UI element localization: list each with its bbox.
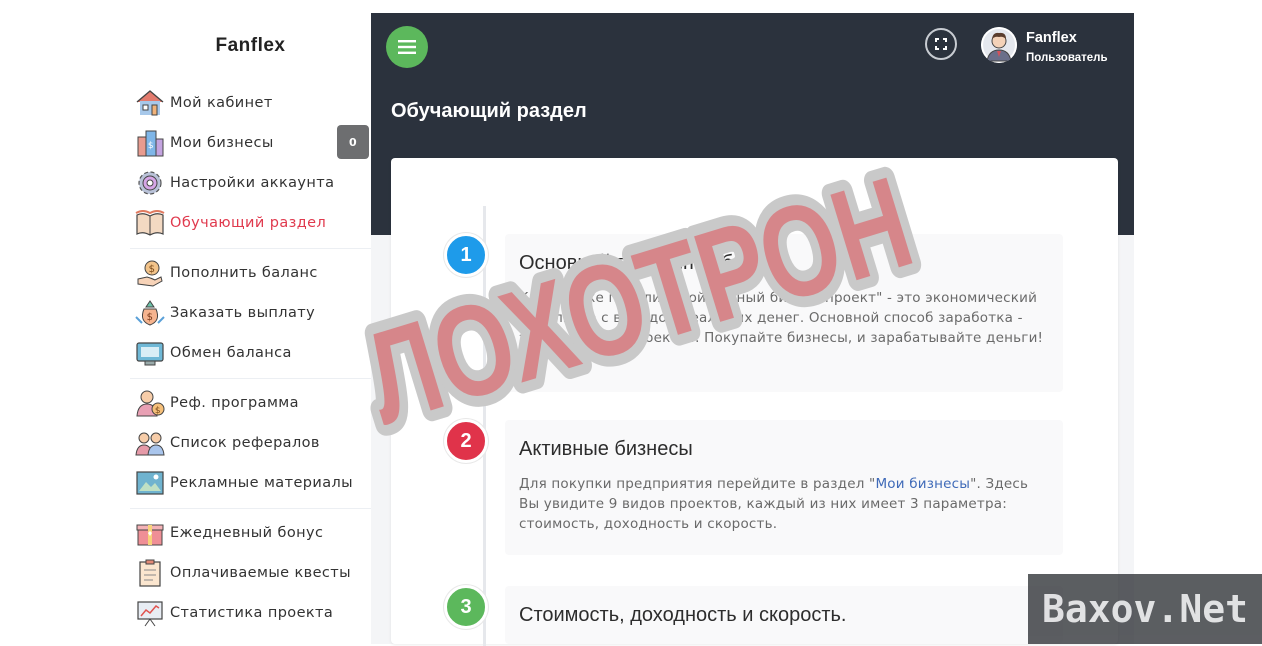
- sidebar-divider: [130, 248, 371, 249]
- sidebar-item-label: Обмен баланса: [170, 345, 292, 361]
- sidebar-item-account-settings[interactable]: Настройки аккаунта: [130, 163, 371, 203]
- timeline-step: Стоимость, доходность и скорость.: [505, 586, 1063, 644]
- fullscreen-button[interactable]: [925, 28, 957, 60]
- sidebar-divider: [130, 508, 371, 509]
- sidebar-item-label: Обучающий раздел: [170, 215, 327, 231]
- step-text: Для покупки предприятия перейдите в разд…: [519, 474, 1049, 534]
- gear-icon: [135, 169, 165, 197]
- monitor-icon: [135, 339, 165, 367]
- my-businesses-link[interactable]: Мои бизнесы: [875, 476, 970, 492]
- main-content: Fanflex Пользователь Обучающий раздел 1 …: [371, 13, 1134, 646]
- step-title: Основной принцип работы: [519, 252, 768, 274]
- tutorial-card: 1 Основной принцип работы Как Вы уже пон…: [391, 158, 1118, 646]
- sidebar-item-withdraw[interactable]: $ Заказать выплату: [130, 293, 371, 333]
- fullscreen-icon: [935, 38, 947, 50]
- sidebar-item-label: Пополнить баланс: [170, 265, 318, 281]
- sidebar-item-label: Мой кабинет: [170, 95, 273, 111]
- sidebar-item-label: Список рефералов: [170, 435, 320, 451]
- step-number-badge: 2: [444, 419, 488, 463]
- sidebar-item-exchange[interactable]: Обмен баланса: [130, 333, 371, 373]
- referral-program-icon: $: [135, 389, 165, 417]
- sidebar-item-label: Настройки аккаунта: [170, 175, 335, 191]
- image-icon: [135, 469, 165, 497]
- avatar[interactable]: [981, 27, 1017, 63]
- user-name[interactable]: Fanflex: [1026, 30, 1077, 46]
- sidebar-item-project-stats[interactable]: Статистика проекта: [130, 593, 371, 633]
- money-bag-icon: $: [135, 299, 165, 327]
- book-icon: [135, 209, 165, 237]
- sidebar-item-paid-quests[interactable]: Оплачиваемые квесты: [130, 553, 371, 593]
- user-role: Пользователь: [1026, 52, 1108, 64]
- watermark-text: Baxov.Net: [1042, 587, 1248, 631]
- sidebar-item-promo-materials[interactable]: Рекламные материалы: [130, 463, 371, 503]
- timeline-line: [483, 206, 486, 646]
- people-icon: [135, 429, 165, 457]
- sidebar-item-referral-list[interactable]: Список рефералов: [130, 423, 371, 463]
- sidebar-nav: Мой кабинет $ Мои бизнесы 0 Настройки ак…: [130, 83, 371, 633]
- sidebar-divider: [130, 378, 371, 379]
- gift-icon: [135, 519, 165, 547]
- page-title: Обучающий раздел: [391, 100, 587, 122]
- step-title: Активные бизнесы: [519, 438, 693, 460]
- money-hand-icon: $: [135, 259, 165, 287]
- svg-text:$: $: [147, 312, 154, 323]
- building-icon: $: [135, 129, 165, 157]
- step-number-badge: 3: [444, 585, 488, 629]
- step-number-badge: 1: [444, 233, 488, 277]
- house-icon: [135, 89, 165, 117]
- checklist-icon: [135, 559, 165, 587]
- sidebar-item-label: Мои бизнесы: [170, 135, 274, 151]
- businesses-count-badge: 0: [337, 125, 369, 159]
- step-title: Стоимость, доходность и скорость.: [519, 604, 847, 626]
- svg-text:$: $: [155, 406, 161, 416]
- sidebar-item-referral-program[interactable]: $ Реф. программа: [130, 383, 371, 423]
- sidebar-item-tutorial[interactable]: Обучающий раздел: [130, 203, 371, 243]
- timeline-step: Основной принцип работы Как Вы уже понял…: [505, 234, 1063, 392]
- sidebar-item-businesses[interactable]: $ Мои бизнесы 0: [130, 123, 371, 163]
- sidebar-item-cabinet[interactable]: Мой кабинет: [130, 83, 371, 123]
- sidebar-item-label: Ежедневный бонус: [170, 525, 324, 541]
- step-text-part: Для покупки предприятия перейдите в разд…: [519, 476, 876, 492]
- brand-logo-text[interactable]: Fanflex: [130, 35, 371, 57]
- sidebar-item-deposit[interactable]: $ Пополнить баланс: [130, 253, 371, 293]
- svg-text:$: $: [148, 141, 154, 151]
- step-text: Как Вы уже поняли "Твой личный бизнес-пр…: [519, 290, 1044, 346]
- sidebar-item-label: Статистика проекта: [170, 605, 334, 621]
- timeline-step: Активные бизнесы Для покупки предприятия…: [505, 420, 1063, 555]
- hamburger-icon: [398, 40, 416, 54]
- sidebar-item-label: Заказать выплату: [170, 305, 316, 321]
- sidebar: Fanflex Мой кабинет $ Мои бизнесы 0 Наст…: [130, 13, 371, 634]
- site-watermark: Baxov.Net: [1028, 574, 1262, 644]
- sidebar-item-label: Реф. программа: [170, 395, 299, 411]
- svg-text:$: $: [149, 264, 156, 275]
- menu-toggle-button[interactable]: [386, 26, 428, 68]
- sidebar-item-label: Оплачиваемые квесты: [170, 565, 351, 581]
- sidebar-item-daily-bonus[interactable]: Ежедневный бонус: [130, 513, 371, 553]
- chart-board-icon: [135, 599, 165, 627]
- user-avatar-icon: [981, 27, 1017, 63]
- sidebar-item-label: Рекламные материалы: [170, 475, 353, 491]
